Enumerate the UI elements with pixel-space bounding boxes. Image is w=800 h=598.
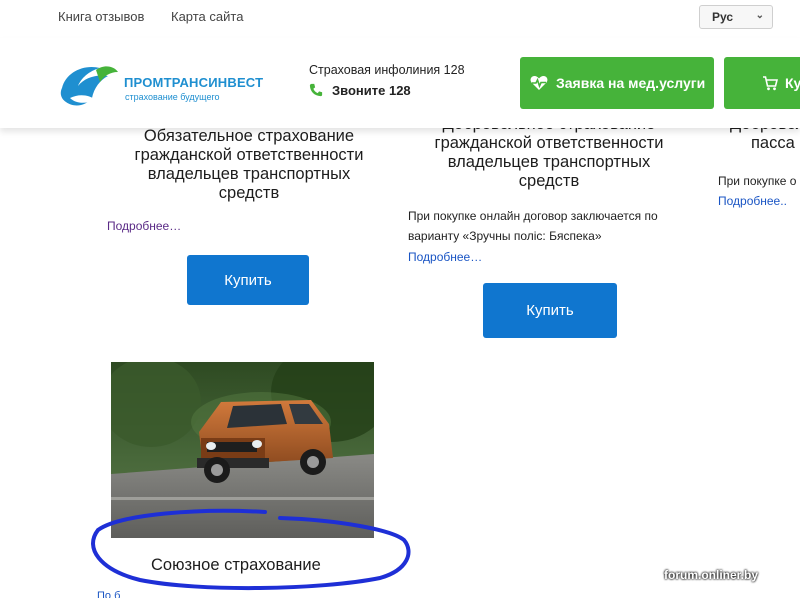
- card-title-line: Обязательное страхование: [143, 127, 355, 145]
- featured-stub-text[interactable]: По б: [97, 590, 120, 598]
- cart-button[interactable]: Ку: [724, 57, 800, 109]
- buy-button-oscgo[interactable]: Купить: [187, 255, 309, 305]
- call-number[interactable]: Звоните 128: [332, 83, 411, 98]
- language-value: Рус: [712, 10, 734, 24]
- card-title-line: гражданской ответственности: [434, 134, 664, 152]
- heart-pulse-icon: [530, 76, 548, 90]
- buy-button-voluntary[interactable]: Купить: [483, 283, 617, 338]
- watermark: forum.onliner.by: [664, 568, 759, 582]
- insurance-page: Книга отзывов Карта сайта Рус ⌄ ПРОМТРАН…: [0, 0, 800, 598]
- medical-request-button[interactable]: Заявка на мед.услуги: [520, 57, 714, 109]
- reviews-link[interactable]: Книга отзывов: [58, 9, 144, 24]
- card-title-line: средств: [218, 184, 280, 202]
- infoline-label: Страховая инфолиния 128: [309, 63, 465, 77]
- site-header: ПРОМТРАНСИНВЕСТ страхование будущего Стр…: [0, 38, 800, 128]
- cart-icon: [763, 76, 778, 91]
- car-photo[interactable]: [111, 362, 374, 538]
- brand-name: ПРОМТРАНСИНВЕСТ: [124, 75, 264, 90]
- top-bar: Книга отзывов Карта сайта Рус ⌄: [0, 0, 800, 38]
- brand-tagline: страхование будущего: [125, 92, 220, 102]
- card-title-line: пасса: [751, 134, 795, 152]
- card-more-link-oscgo[interactable]: Подробнее…: [107, 219, 181, 233]
- medical-request-label: Заявка на мед.услуги: [556, 75, 706, 91]
- sitemap-link[interactable]: Карта сайта: [171, 9, 243, 24]
- language-select[interactable]: Рус ⌄: [699, 5, 773, 29]
- card-title-line: средств: [518, 172, 580, 190]
- card-title-line: владельцев транспортных: [447, 153, 651, 171]
- card-title-oscgo: Обязательное страхование гражданской отв…: [108, 127, 390, 203]
- card-more-link-voluntary[interactable]: Подробнее…: [408, 250, 482, 264]
- card-title-line: владельцев транспортных: [147, 165, 351, 183]
- card-description-voluntary: При покупке онлайн договор заключается п…: [408, 209, 658, 243]
- card-description-passenger: При покупке о: [718, 174, 797, 188]
- card-more-link-passenger[interactable]: Подробнее..: [718, 194, 787, 208]
- cart-label: Ку: [785, 75, 800, 91]
- chevron-down-icon: ⌄: [755, 10, 764, 21]
- featured-caption[interactable]: Союзное страхование: [151, 556, 321, 575]
- phone-icon: [309, 83, 323, 97]
- card-title-line: гражданской ответственности: [134, 146, 364, 164]
- company-logo-icon[interactable]: [56, 58, 120, 110]
